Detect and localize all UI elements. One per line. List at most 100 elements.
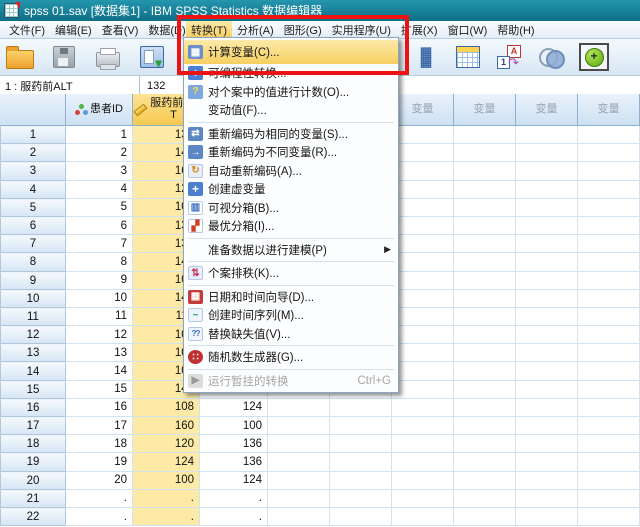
data-cell[interactable] xyxy=(578,162,640,181)
data-cell[interactable] xyxy=(392,198,454,217)
data-cell[interactable] xyxy=(268,435,330,454)
print-button[interactable] xyxy=(92,42,124,72)
data-cell[interactable] xyxy=(392,253,454,272)
data-cell[interactable] xyxy=(330,398,392,417)
row-number-button[interactable]: 15 xyxy=(0,380,66,399)
data-cell[interactable] xyxy=(392,289,454,308)
data-cell[interactable] xyxy=(516,507,578,527)
data-cell[interactable] xyxy=(268,507,330,527)
corner-header-cell[interactable] xyxy=(0,94,66,126)
row-number-button[interactable]: 11 xyxy=(0,307,66,327)
data-cell[interactable] xyxy=(454,362,516,381)
data-cell[interactable]: 136 xyxy=(200,453,268,472)
data-cell[interactable] xyxy=(578,216,640,236)
data-cell[interactable] xyxy=(578,417,640,436)
transform-menu-item[interactable]: → 重新编码为不同变量(R)... xyxy=(184,143,398,162)
row-number-button[interactable]: 16 xyxy=(0,398,66,417)
menu-item-2[interactable]: 编辑(E) xyxy=(50,21,97,38)
menu-item-5[interactable]: 转换(T) ▦ 计算变量(C)... + 可编程性转换...? 对个案中的值进行计数(O)… xyxy=(177,15,409,393)
data-cell[interactable] xyxy=(454,435,516,454)
data-cell[interactable] xyxy=(454,162,516,181)
data-cell[interactable] xyxy=(454,326,516,345)
data-cell[interactable]: . xyxy=(133,507,200,527)
row-number-button[interactable]: 17 xyxy=(0,417,66,436)
data-cell[interactable] xyxy=(392,362,454,381)
row-number-button[interactable]: 7 xyxy=(0,235,66,254)
data-cell[interactable] xyxy=(516,471,578,490)
data-cell[interactable]: 9 xyxy=(66,271,133,290)
data-cell[interactable] xyxy=(516,162,578,181)
data-cell[interactable] xyxy=(454,417,516,436)
transform-menu-item[interactable]: ▶ 运行暂挂的转换 Ctrl+G xyxy=(184,372,398,391)
data-cell[interactable]: 11 xyxy=(66,307,133,327)
data-cell[interactable] xyxy=(392,162,454,181)
data-cell[interactable] xyxy=(268,417,330,436)
data-cell[interactable] xyxy=(578,253,640,272)
row-number-button[interactable]: 2 xyxy=(0,144,66,163)
data-cell[interactable]: 20 xyxy=(66,471,133,490)
transform-menu-item[interactable]: ∷ 随机数生成器(G)... xyxy=(184,348,398,367)
data-cell[interactable] xyxy=(578,180,640,199)
data-cell[interactable] xyxy=(578,435,640,454)
data-cell[interactable] xyxy=(578,398,640,417)
data-cell[interactable] xyxy=(578,471,640,490)
custom-dialog-button[interactable]: + xyxy=(578,42,610,72)
data-cell[interactable] xyxy=(392,307,454,327)
data-cell[interactable] xyxy=(454,289,516,308)
data-cell[interactable]: 120 xyxy=(133,435,200,454)
data-cell[interactable] xyxy=(268,489,330,508)
data-cell[interactable] xyxy=(330,417,392,436)
data-cell[interactable] xyxy=(454,307,516,327)
data-cell[interactable]: 14 xyxy=(66,362,133,381)
data-cell[interactable]: . xyxy=(200,507,268,527)
data-cell[interactable] xyxy=(454,489,516,508)
data-cell[interactable]: 136 xyxy=(200,435,268,454)
data-cell[interactable] xyxy=(516,326,578,345)
data-cell[interactable]: 2 xyxy=(66,144,133,163)
data-cell[interactable] xyxy=(392,271,454,290)
use-variable-sets-button[interactable] xyxy=(536,42,568,72)
data-cell[interactable] xyxy=(454,344,516,363)
row-number-button[interactable]: 20 xyxy=(0,471,66,490)
data-cell[interactable] xyxy=(454,198,516,217)
data-cell[interactable]: 4 xyxy=(66,180,133,199)
data-cell[interactable] xyxy=(454,398,516,417)
data-cell[interactable] xyxy=(392,489,454,508)
row-number-button[interactable]: 22 xyxy=(0,507,66,527)
row-number-button[interactable]: 18 xyxy=(0,435,66,454)
data-cell[interactable] xyxy=(268,471,330,490)
data-cell[interactable] xyxy=(268,398,330,417)
transform-menu-item[interactable]: ▦ 计算变量(C)... xyxy=(184,40,398,64)
data-cell[interactable]: 12 xyxy=(66,326,133,345)
menu-item-3[interactable]: 查看(V) xyxy=(97,21,144,38)
column-header-variable[interactable]: 变量 xyxy=(454,94,516,126)
data-cell[interactable] xyxy=(454,126,516,145)
data-cell[interactable]: 10 xyxy=(66,289,133,308)
menu-item-8[interactable]: 实用程序(U) xyxy=(327,21,396,38)
row-number-button[interactable]: 21 xyxy=(0,489,66,508)
data-cell[interactable] xyxy=(454,235,516,254)
data-cell[interactable] xyxy=(392,216,454,236)
data-cell[interactable]: 6 xyxy=(66,216,133,236)
transform-menu-item[interactable]: ~ 创建时间序列(M)... xyxy=(184,306,398,325)
data-cell[interactable]: 19 xyxy=(66,453,133,472)
row-number-button[interactable]: 13 xyxy=(0,344,66,363)
row-number-button[interactable]: 8 xyxy=(0,253,66,272)
data-cell[interactable] xyxy=(454,380,516,399)
data-cell[interactable] xyxy=(454,271,516,290)
data-cell[interactable] xyxy=(330,453,392,472)
data-cell[interactable]: . xyxy=(200,489,268,508)
data-cell[interactable] xyxy=(516,489,578,508)
menu-item-7[interactable]: 图形(G) xyxy=(279,21,327,38)
menu-item-9[interactable]: 扩展(X) xyxy=(396,21,443,38)
data-cell[interactable] xyxy=(578,326,640,345)
save-button[interactable] xyxy=(48,42,80,72)
column-header-variable[interactable]: 变量 xyxy=(392,94,454,126)
data-cell[interactable] xyxy=(516,180,578,199)
data-cell[interactable] xyxy=(516,253,578,272)
transform-menu-item[interactable]: ▥ 可视分箱(B)... xyxy=(184,199,398,218)
data-cell[interactable] xyxy=(330,507,392,527)
data-cell[interactable]: 17 xyxy=(66,417,133,436)
data-cell[interactable] xyxy=(516,271,578,290)
split-file-button[interactable]: ▦ ▦ xyxy=(410,42,442,72)
